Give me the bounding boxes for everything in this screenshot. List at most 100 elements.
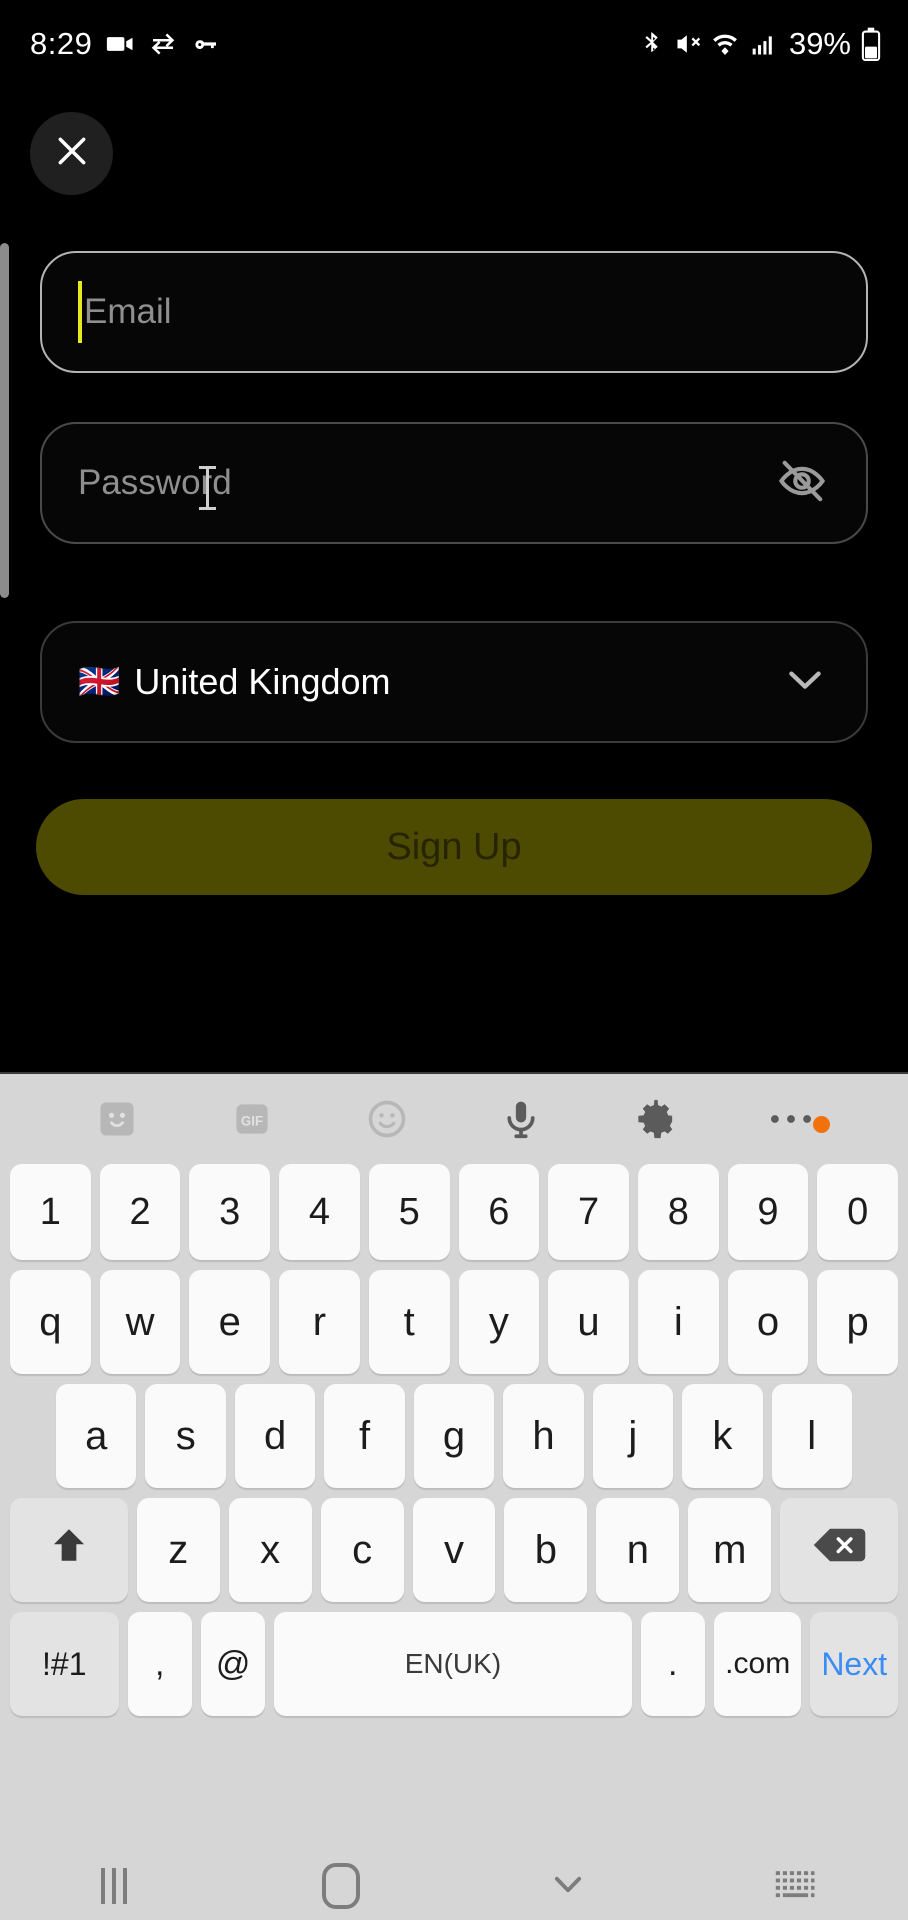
key-d[interactable]: d [234, 1384, 316, 1488]
key-icon [191, 29, 221, 59]
chevron-down-icon [547, 1863, 589, 1910]
key-g[interactable]: g [413, 1384, 495, 1488]
key-z[interactable]: z [136, 1498, 220, 1602]
home-icon [321, 1863, 360, 1909]
password-field[interactable]: Password [40, 422, 868, 544]
status-bar-left: 8:29 [30, 26, 221, 62]
microphone-icon[interactable] [454, 1097, 589, 1141]
key-x[interactable]: x [228, 1498, 312, 1602]
on-screen-keyboard: GIF 1 2 3 4 5 6 7 8 9 0 q w e r t y u i … [0, 1072, 908, 1852]
key-f[interactable]: f [324, 1384, 405, 1488]
recents-button[interactable] [0, 1868, 227, 1904]
key-a[interactable]: a [56, 1384, 137, 1488]
battery-icon [860, 27, 882, 61]
keyboard-icon [774, 1868, 816, 1905]
shift-key[interactable] [10, 1498, 128, 1602]
at-key[interactable]: @ [200, 1612, 266, 1716]
key-6[interactable]: 6 [458, 1164, 540, 1260]
key-m[interactable]: m [688, 1498, 772, 1602]
chevron-down-icon [780, 655, 830, 710]
key-k[interactable]: k [682, 1384, 763, 1488]
key-t[interactable]: t [368, 1270, 450, 1374]
wifi-icon [711, 30, 739, 58]
signup-form: Email Password 🇬🇧 United Kingdom Sign Up [0, 88, 908, 1072]
key-u[interactable]: u [548, 1270, 629, 1374]
volume-mute-icon [674, 30, 702, 58]
comma-key[interactable]: , [127, 1612, 192, 1716]
country-select[interactable]: 🇬🇧 United Kingdom [40, 621, 868, 743]
key-i[interactable]: i [637, 1270, 719, 1374]
svg-text:GIF: GIF [241, 1114, 263, 1129]
key-n[interactable]: n [596, 1498, 680, 1602]
keyboard-row-bottom-letters: z x c v b n m [0, 1498, 908, 1602]
recents-icon [100, 1868, 127, 1904]
key-l[interactable]: l [771, 1384, 852, 1488]
key-0[interactable]: 0 [817, 1164, 899, 1260]
email-placeholder: Email [84, 292, 172, 331]
keyboard-row-top: q w e r t y u i o p [0, 1270, 908, 1374]
text-caret [78, 281, 82, 343]
key-7[interactable]: 7 [548, 1164, 629, 1260]
key-8[interactable]: 8 [637, 1164, 719, 1260]
cellular-signal-icon [748, 30, 776, 58]
key-2[interactable]: 2 [99, 1164, 181, 1260]
keyboard-toolbar: GIF [0, 1074, 908, 1164]
keyboard-switch-button[interactable] [681, 1868, 908, 1905]
gear-icon[interactable] [589, 1096, 724, 1142]
battery-percent: 39% [788, 26, 851, 61]
key-h[interactable]: h [503, 1384, 584, 1488]
status-time: 8:29 [30, 26, 93, 61]
key-9[interactable]: 9 [727, 1164, 809, 1260]
key-v[interactable]: v [412, 1498, 496, 1602]
space-key[interactable]: EN(UK) [274, 1612, 632, 1716]
phone-screen: 8:29 39% Email Password 🇬🇧 United Kingdo… [0, 0, 908, 1920]
email-field[interactable]: Email [40, 251, 868, 373]
status-bar: 8:29 39% [0, 0, 908, 88]
notification-dot-badge [813, 1116, 831, 1133]
shift-icon [48, 1524, 90, 1576]
status-bar-right: 39% [637, 26, 882, 62]
key-y[interactable]: y [458, 1270, 540, 1374]
eye-off-icon [776, 455, 828, 512]
navigation-bar [0, 1852, 908, 1920]
period-key[interactable]: . [640, 1612, 705, 1716]
keyboard-row-modifiers: !#1 , @ EN(UK) . .com Next [0, 1612, 908, 1716]
symbols-key[interactable]: !#1 [10, 1612, 119, 1716]
country-label: United Kingdom [134, 661, 391, 702]
backspace-icon [812, 1525, 866, 1575]
toggle-password-visibility-button[interactable] [774, 455, 830, 511]
gif-icon[interactable]: GIF [185, 1097, 320, 1141]
emoji-icon[interactable] [319, 1097, 454, 1141]
more-options-icon[interactable] [723, 1108, 858, 1133]
key-5[interactable]: 5 [368, 1164, 450, 1260]
key-w[interactable]: w [99, 1270, 181, 1374]
dotcom-key[interactable]: .com [713, 1612, 802, 1716]
key-q[interactable]: q [9, 1270, 91, 1374]
home-button[interactable] [227, 1863, 454, 1909]
vpn-sync-icon [148, 29, 178, 59]
uk-flag-icon: 🇬🇧 [78, 663, 121, 701]
bluetooth-icon [637, 30, 665, 58]
video-camera-icon [105, 29, 135, 59]
key-p[interactable]: p [817, 1270, 899, 1374]
backspace-key[interactable] [780, 1498, 898, 1602]
sign-up-button[interactable]: Sign Up [36, 799, 872, 895]
hide-keyboard-button[interactable] [454, 1863, 681, 1910]
key-c[interactable]: c [320, 1498, 404, 1602]
key-4[interactable]: 4 [279, 1164, 360, 1260]
key-e[interactable]: e [189, 1270, 271, 1374]
keyboard-row-numbers: 1 2 3 4 5 6 7 8 9 0 [0, 1164, 908, 1260]
vertical-scrollbar[interactable] [0, 243, 9, 598]
sticker-icon[interactable] [50, 1097, 185, 1141]
key-b[interactable]: b [504, 1498, 588, 1602]
key-1[interactable]: 1 [9, 1164, 91, 1260]
key-j[interactable]: j [592, 1384, 674, 1488]
key-r[interactable]: r [279, 1270, 360, 1374]
country-value: 🇬🇧 United Kingdom [78, 661, 391, 703]
next-key[interactable]: Next [810, 1612, 898, 1716]
keyboard-row-home: a s d f g h j k l [0, 1384, 908, 1488]
key-3[interactable]: 3 [189, 1164, 271, 1260]
key-s[interactable]: s [145, 1384, 226, 1488]
key-o[interactable]: o [727, 1270, 809, 1374]
mouse-cursor [199, 466, 216, 510]
